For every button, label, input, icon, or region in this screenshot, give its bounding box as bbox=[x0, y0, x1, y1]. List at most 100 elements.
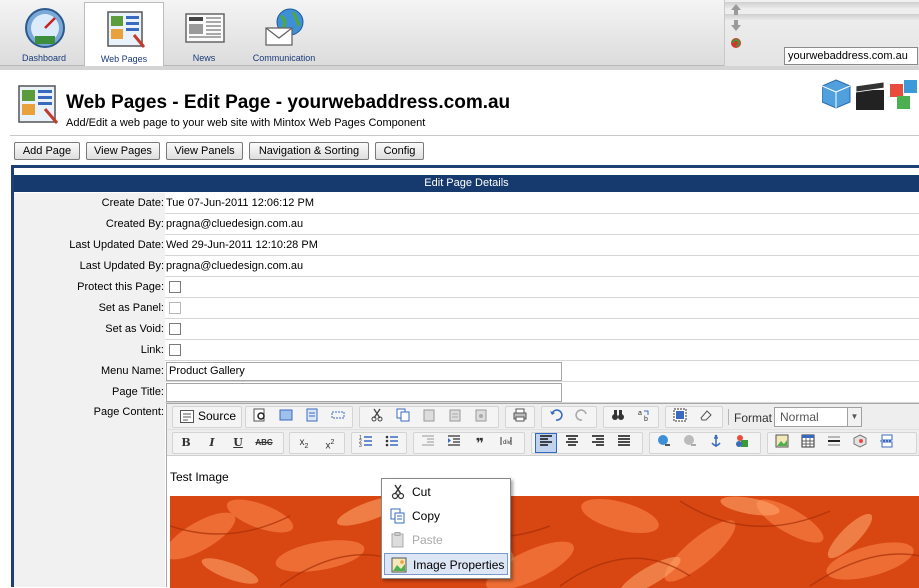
form-row-create-date: Create Date: Tue 07-Jun-2011 12:06:12 PM bbox=[14, 193, 919, 214]
align-left-button[interactable] bbox=[535, 433, 557, 453]
format-select[interactable]: Normal ▼ bbox=[774, 407, 862, 427]
bulleted-list-button[interactable] bbox=[381, 433, 403, 453]
context-menu-cut[interactable]: Cut bbox=[384, 481, 508, 503]
redo-icon bbox=[575, 409, 587, 421]
source-button[interactable]: Source bbox=[177, 407, 239, 427]
new-page-button[interactable] bbox=[301, 407, 323, 427]
tab-web-pages[interactable]: Web Pages bbox=[84, 2, 164, 66]
context-menu-cut-label: Cut bbox=[412, 485, 431, 499]
page-break-button[interactable] bbox=[875, 433, 897, 453]
italic-button[interactable]: I bbox=[201, 433, 223, 453]
horizontal-rule-icon bbox=[828, 436, 840, 446]
link-button[interactable] bbox=[653, 433, 675, 453]
horizontal-rule-button[interactable] bbox=[823, 433, 845, 453]
cut-button[interactable] bbox=[366, 407, 388, 427]
context-menu-paste-label: Paste bbox=[412, 533, 443, 547]
last-updated-by-value: pragna@cluedesign.com.au bbox=[166, 260, 304, 272]
numbered-list-button[interactable]: 123 bbox=[355, 433, 377, 453]
form-heading: Edit Page Details bbox=[14, 175, 919, 192]
special-char-button[interactable] bbox=[849, 433, 871, 453]
paste-text-button[interactable] bbox=[444, 407, 466, 427]
decor-stripe bbox=[725, 2, 919, 8]
context-menu-paste[interactable]: Paste bbox=[384, 529, 508, 551]
config-button[interactable]: Config bbox=[375, 142, 424, 160]
justify-button[interactable] bbox=[613, 433, 635, 453]
field-label: Set as Panel: bbox=[14, 298, 165, 319]
table-button[interactable] bbox=[797, 433, 819, 453]
source-label: Source bbox=[198, 409, 237, 423]
subscript-button[interactable]: x2 bbox=[293, 433, 315, 453]
context-menu-copy[interactable]: Copy bbox=[384, 505, 508, 527]
nav-divider bbox=[0, 66, 919, 70]
editor-toolbar-row-1: Source ab Format Normal ▼ bbox=[167, 404, 919, 430]
menu-name-input[interactable]: Product Gallery bbox=[166, 362, 562, 381]
indent-button[interactable] bbox=[443, 433, 465, 453]
view-pages-button[interactable]: View Pages bbox=[86, 142, 160, 160]
select-all-icon bbox=[673, 408, 687, 422]
create-div-button[interactable]: div bbox=[495, 433, 517, 453]
align-right-button[interactable] bbox=[587, 433, 609, 453]
strikethrough-button[interactable]: ABC bbox=[253, 433, 275, 453]
view-panels-button[interactable]: View Panels bbox=[166, 142, 243, 160]
field-label: Set as Void: bbox=[14, 319, 165, 340]
set-as-panel-checkbox[interactable] bbox=[169, 302, 181, 314]
print-button[interactable] bbox=[509, 407, 531, 427]
page-subtitle: Add/Edit a web page to your web site wit… bbox=[66, 117, 426, 129]
paste-button[interactable] bbox=[418, 407, 440, 427]
shapes-button[interactable] bbox=[731, 433, 753, 453]
outdent-button[interactable] bbox=[417, 433, 439, 453]
copy-icon bbox=[390, 508, 405, 524]
add-page-button[interactable]: Add Page bbox=[14, 142, 80, 160]
superscript-button[interactable]: x2 bbox=[319, 433, 341, 453]
toolbar-separator bbox=[728, 409, 729, 425]
anchor-button[interactable] bbox=[705, 433, 727, 453]
protect-page-checkbox[interactable] bbox=[169, 281, 181, 293]
bold-button[interactable]: B bbox=[175, 433, 197, 453]
remove-format-button[interactable] bbox=[695, 407, 717, 427]
underline-button[interactable]: U bbox=[227, 433, 249, 453]
image-button[interactable] bbox=[771, 433, 793, 453]
tab-dashboard[interactable]: Dashboard bbox=[4, 2, 84, 66]
select-all-button[interactable] bbox=[669, 407, 691, 427]
tab-news-label: News bbox=[192, 53, 216, 63]
page-break-icon bbox=[880, 434, 893, 448]
field-label: Page Title: bbox=[14, 382, 165, 403]
context-menu-copy-label: Copy bbox=[412, 509, 441, 523]
svg-text:3: 3 bbox=[359, 443, 362, 448]
domain-field[interactable]: yourwebaddress.com.au bbox=[784, 47, 918, 65]
show-blocks-button[interactable] bbox=[327, 407, 349, 427]
redo-button[interactable] bbox=[571, 407, 593, 427]
preview-icon bbox=[253, 408, 265, 422]
link-checkbox[interactable] bbox=[169, 344, 181, 356]
align-left-icon bbox=[540, 435, 552, 446]
tab-news[interactable]: News bbox=[164, 2, 244, 66]
unlink-button[interactable] bbox=[679, 433, 701, 453]
flower-image[interactable] bbox=[170, 496, 919, 588]
web-pages-header-icon bbox=[18, 85, 59, 124]
editor-content-area[interactable]: Test Image bbox=[167, 456, 919, 588]
context-menu: Cut Copy Paste Image Properties bbox=[381, 478, 511, 579]
format-label: Format bbox=[734, 411, 773, 425]
copy-button[interactable] bbox=[392, 407, 414, 427]
set-as-void-checkbox[interactable] bbox=[169, 323, 181, 335]
find-button[interactable] bbox=[607, 407, 629, 427]
replace-button[interactable]: ab bbox=[633, 407, 655, 427]
cube-icon bbox=[822, 79, 851, 109]
tab-web-pages-label: Web Pages bbox=[100, 54, 148, 64]
page-title-input[interactable] bbox=[166, 383, 562, 402]
navigation-sorting-button[interactable]: Navigation & Sorting bbox=[249, 142, 369, 160]
scissors-icon bbox=[391, 484, 405, 500]
context-menu-image-properties[interactable]: Image Properties bbox=[384, 553, 508, 575]
copy-icon bbox=[396, 408, 410, 422]
align-center-button[interactable] bbox=[561, 433, 583, 453]
preview-button[interactable] bbox=[249, 407, 271, 427]
paste-word-button[interactable] bbox=[470, 407, 492, 427]
blockquote-button[interactable]: ❞ bbox=[469, 433, 491, 453]
field-label: Page Content: bbox=[14, 403, 165, 587]
form-row-set-as-panel: Set as Panel: bbox=[14, 298, 919, 319]
svg-text:div: div bbox=[503, 440, 511, 446]
undo-button[interactable] bbox=[545, 407, 567, 427]
bulleted-list-icon bbox=[385, 435, 398, 447]
templates-button[interactable] bbox=[275, 407, 297, 427]
tab-communication[interactable]: Communication bbox=[244, 2, 324, 66]
